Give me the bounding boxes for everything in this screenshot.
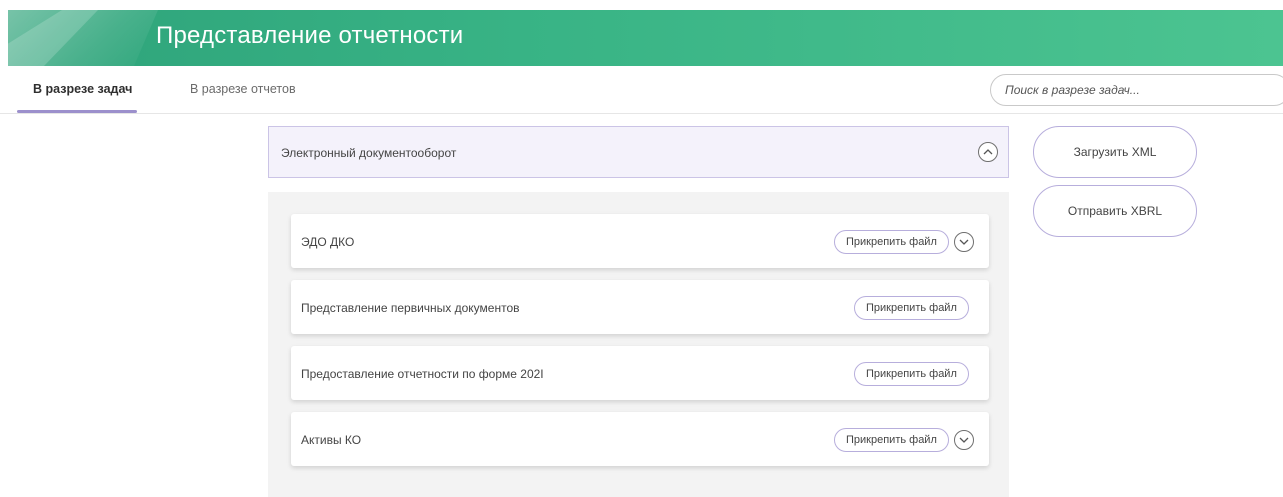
tab-by-tasks[interactable]: В разрезе задач [33, 82, 132, 96]
tab-by-reports[interactable]: В разрезе отчетов [190, 82, 296, 96]
upload-xml-button[interactable]: Загрузить XML [1033, 126, 1197, 178]
attach-file-button[interactable]: Прикрепить файл [854, 362, 969, 386]
attach-file-button[interactable]: Прикрепить файл [854, 296, 969, 320]
task-label: Активы КО [301, 433, 362, 447]
task-card-form-202i: Предоставление отчетности по форме 202I … [291, 346, 989, 400]
section-title: Электронный документооборот [281, 146, 457, 160]
task-label: Представление первичных документов [301, 301, 520, 315]
active-tab-indicator [17, 110, 137, 113]
attach-file-button[interactable]: Прикрепить файл [834, 428, 949, 452]
page-title: Представление отчетности [156, 22, 464, 49]
chevron-down-icon[interactable] [954, 430, 974, 450]
search-input[interactable] [990, 74, 1283, 106]
chevron-down-icon[interactable] [954, 232, 974, 252]
task-label: ЭДО ДКО [301, 235, 355, 249]
task-card-edo-dko: ЭДО ДКО Прикрепить файл [291, 214, 989, 268]
task-card-primary-documents: Представление первичных документов Прикр… [291, 280, 989, 334]
task-label: Предоставление отчетности по форме 202I [301, 367, 544, 381]
send-xbrl-button[interactable]: Отправить XBRL [1033, 185, 1197, 237]
section-header-edo[interactable]: Электронный документооборот [268, 126, 1009, 178]
app-header: Представление отчетности [8, 10, 1283, 66]
chevron-up-icon[interactable] [978, 142, 998, 162]
task-card-assets-ko: Активы КО Прикрепить файл [291, 412, 989, 466]
attach-file-button[interactable]: Прикрепить файл [834, 230, 949, 254]
